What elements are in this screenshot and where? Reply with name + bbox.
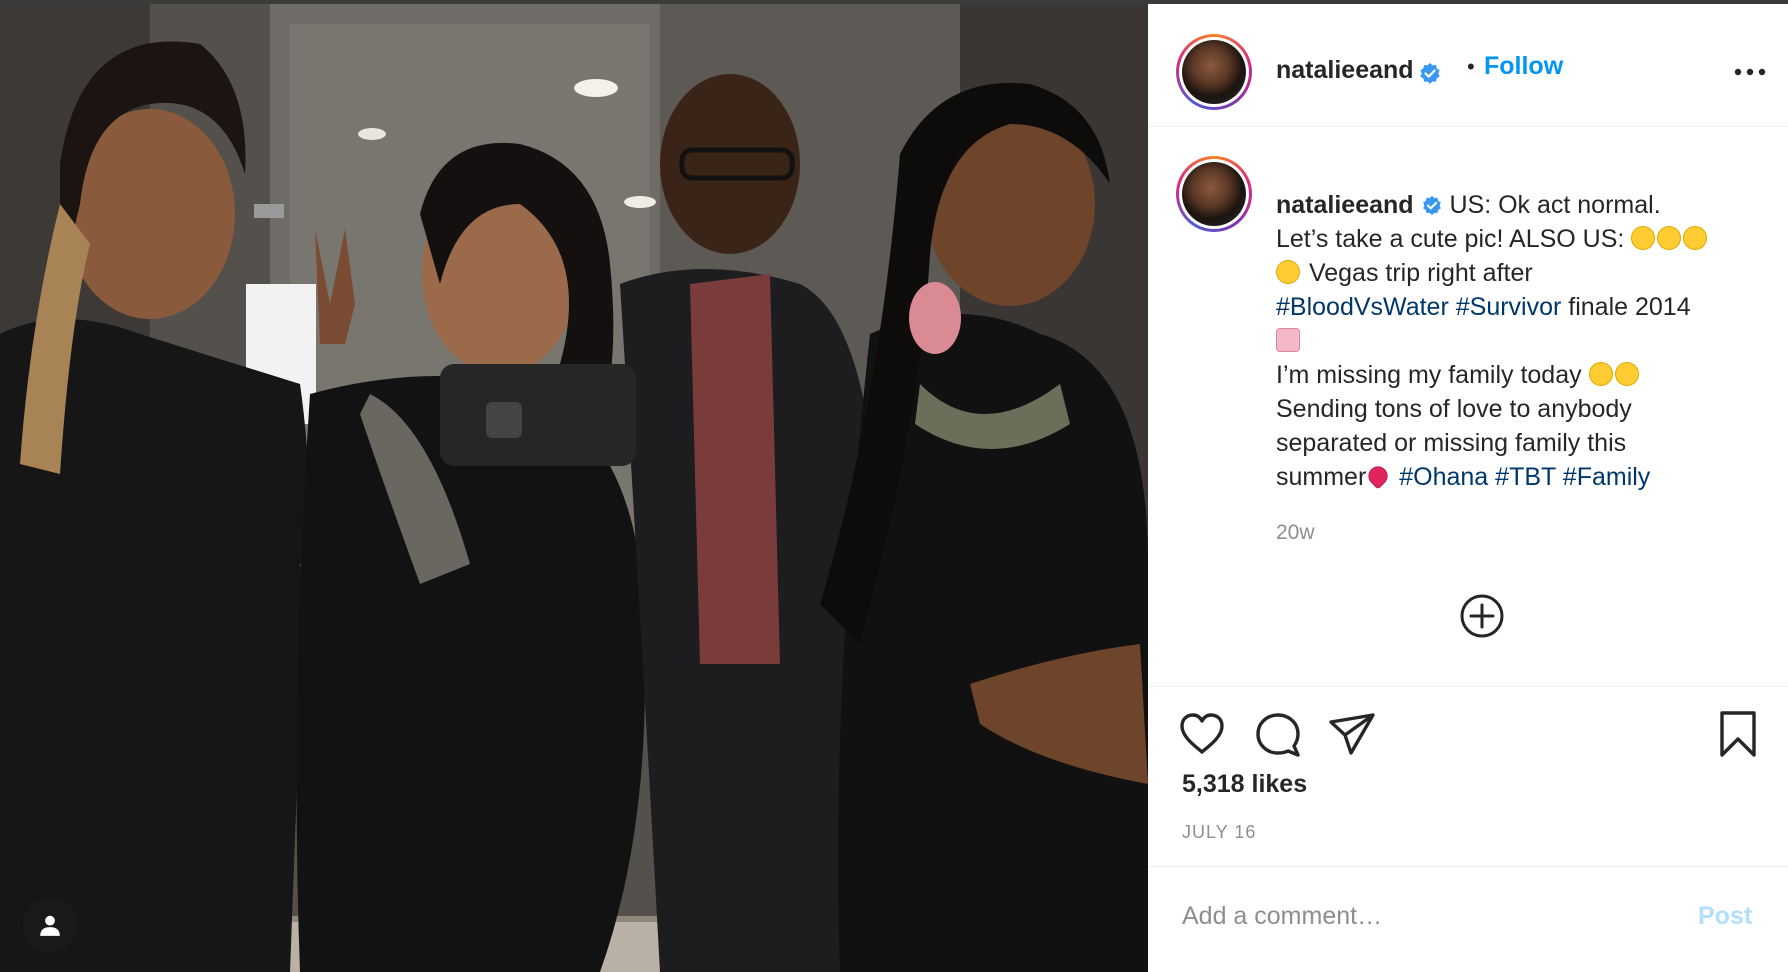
- hashtag-family[interactable]: #Family: [1563, 463, 1651, 491]
- heart-icon[interactable]: [1178, 710, 1226, 758]
- follow-button[interactable]: Follow: [1484, 52, 1563, 81]
- caption-line-6: Sending tons of love to anybody: [1276, 395, 1632, 423]
- load-more-comments-icon[interactable]: [1458, 592, 1506, 640]
- post-photo[interactable]: [0, 4, 1148, 972]
- verified-badge-icon: [1422, 196, 1441, 216]
- grinning-face-emoji: [1683, 226, 1708, 250]
- post-date[interactable]: JULY 16: [1182, 822, 1256, 843]
- caption-username[interactable]: natalieeand: [1276, 191, 1414, 219]
- avatar-image: [1182, 40, 1246, 104]
- caption-avatar[interactable]: [1176, 156, 1252, 232]
- caption-line-7: separated or missing family this: [1276, 429, 1627, 457]
- crying-face-emoji: [1614, 362, 1639, 386]
- post-sidebar: natalieeand • Follow natalieeand US: Ok …: [1148, 4, 1788, 972]
- user-tag-button[interactable]: [23, 898, 77, 952]
- user-tag-icon: [40, 915, 60, 936]
- paper-plane-icon[interactable]: [1328, 710, 1376, 758]
- header-separator: •: [1467, 54, 1475, 79]
- likes-count[interactable]: 5,318 likes: [1182, 770, 1307, 799]
- caption-text: natalieeand US: Ok act normal. Let’s tak…: [1276, 188, 1756, 494]
- header-avatar[interactable]: [1176, 34, 1252, 110]
- caption-line-8: summer: [1276, 463, 1367, 491]
- more-options-icon[interactable]: [1730, 56, 1770, 86]
- kissing-closed-eyes-emoji: [1657, 226, 1682, 250]
- hashtag-bloodvswater[interactable]: #BloodVsWater: [1276, 293, 1449, 321]
- hashtag-survivor[interactable]: #Survivor: [1456, 293, 1562, 321]
- verified-badge-icon: [1420, 62, 1440, 84]
- red-heart-emoji: [1364, 462, 1392, 490]
- comment-divider: [1148, 866, 1788, 867]
- caption-line-4: finale 2014: [1568, 293, 1691, 321]
- pleading-face-emoji: [1588, 362, 1613, 386]
- hashtag-ohana[interactable]: #Ohana: [1399, 463, 1488, 491]
- caption-line-1: US: Ok act normal.: [1449, 191, 1661, 219]
- slot-machine-emoji: [1276, 328, 1300, 352]
- comment-input[interactable]: [1182, 896, 1662, 936]
- hashtag-tbt[interactable]: #TBT: [1495, 463, 1556, 491]
- kissing-face-emoji: [1631, 226, 1656, 250]
- actions-divider: [1148, 686, 1788, 687]
- avatar-image: [1182, 162, 1246, 226]
- caption-line-3: Vegas trip right after: [1308, 259, 1533, 287]
- zany-face-emoji: [1276, 260, 1300, 284]
- header-divider: [1148, 126, 1788, 127]
- header-user: natalieeand: [1276, 56, 1442, 86]
- caption-line-2: Let’s take a cute pic! ALSO US:: [1276, 225, 1625, 253]
- caption-time-ago[interactable]: 20w: [1276, 521, 1315, 545]
- caption-line-5: I’m missing my family today: [1276, 361, 1582, 389]
- comment-icon[interactable]: [1254, 710, 1302, 758]
- bookmark-icon[interactable]: [1714, 710, 1762, 758]
- header-username[interactable]: natalieeand: [1276, 56, 1414, 84]
- mirror-selfie-image: [0, 4, 1148, 972]
- post-comment-button[interactable]: Post: [1698, 902, 1752, 931]
